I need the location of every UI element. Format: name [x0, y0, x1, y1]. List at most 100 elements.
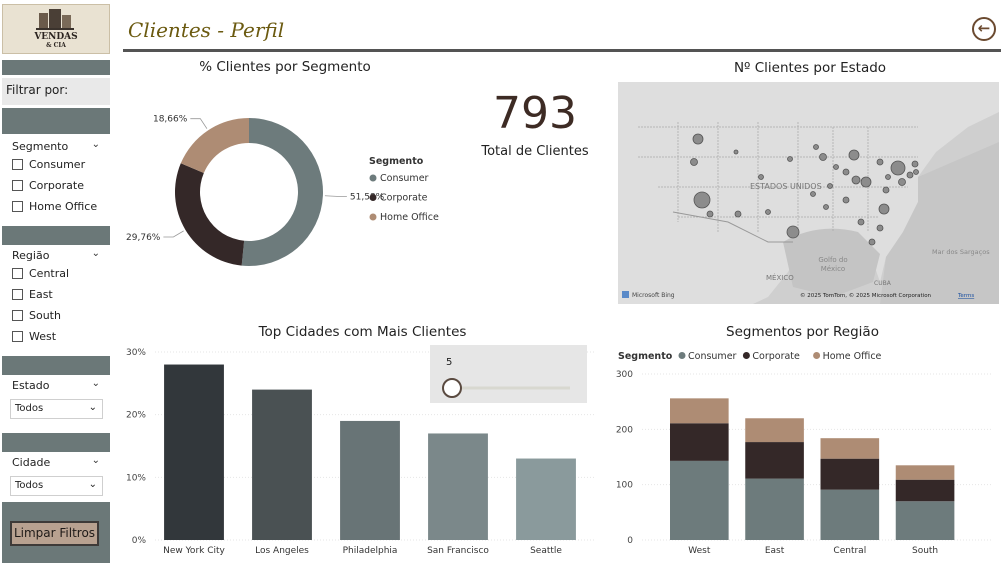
region-option[interactable]: East [12, 287, 53, 303]
y-tick-label: 100 [616, 481, 633, 491]
checkbox-icon[interactable] [12, 201, 23, 212]
slider-value[interactable]: 5 [446, 357, 452, 368]
segment-donut-chart: 51,58%29,76%18,66%SegmentoConsumerCorpor… [126, 115, 439, 266]
map-title: Nº Clientes por Estado [733, 60, 887, 76]
donut-slice[interactable] [180, 118, 249, 173]
region-option[interactable]: South [12, 308, 61, 324]
x-tick-label: Los Angeles [255, 546, 309, 556]
donut-legend-title: Segmento [369, 156, 424, 167]
state-dropdown[interactable]: Todos ⌄ [10, 399, 103, 419]
slider-thumb[interactable] [442, 378, 462, 398]
city-slicer-header[interactable]: Cidade ⌄ [2, 453, 110, 473]
checkbox-icon[interactable] [12, 289, 23, 300]
top-n-slider[interactable] [430, 374, 587, 404]
stack-legend-item[interactable]: Consumer [688, 351, 737, 362]
donut-chart-title: % Clientes por Segmento [199, 59, 371, 75]
segment-option[interactable]: Consumer [12, 157, 85, 173]
donut-data-label: 29,76% [126, 233, 161, 243]
region-bar-segment[interactable] [895, 501, 955, 540]
region-bar-segment[interactable] [895, 479, 955, 502]
region-bar-segment[interactable] [670, 460, 729, 540]
y-tick-label: 0 [627, 536, 633, 546]
segment-slicer-title: Segmento [12, 140, 69, 153]
map-country-label: ESTADOS UNIDOS [750, 182, 822, 191]
chevron-down-icon[interactable]: ⌄ [89, 402, 97, 413]
customers-by-state-map[interactable]: ESTADOS UNIDOS Golfo do México MÉXICO CU… [618, 82, 999, 304]
x-tick-label: San Francisco [427, 546, 489, 556]
checkbox-icon[interactable] [12, 268, 23, 279]
sidebar-divider [2, 433, 110, 452]
chevron-down-icon[interactable]: ⌄ [92, 378, 100, 389]
region-bar-segment[interactable] [670, 423, 729, 461]
city-dropdown[interactable]: Todos ⌄ [10, 476, 103, 496]
stack-legend-item[interactable]: Home Office [823, 351, 882, 362]
y-tick-label: 20% [126, 411, 146, 421]
region-slicer-header[interactable]: Região ⌄ [2, 246, 110, 266]
segments-region-title: Segmentos por Região [726, 324, 879, 340]
clear-filters-button[interactable]: Limpar Filtros [10, 521, 99, 546]
map-gulf-label-1: Golfo do [818, 256, 847, 264]
logo-text-2: & CIA [46, 42, 66, 49]
checkbox-icon[interactable] [12, 180, 23, 191]
chevron-down-icon[interactable]: ⌄ [92, 248, 100, 259]
checkbox-icon[interactable] [12, 331, 23, 342]
chevron-down-icon[interactable]: ⌄ [92, 139, 100, 150]
x-tick-label: New York City [163, 546, 225, 556]
segment-slicer-header[interactable]: Segmento ⌄ [2, 137, 110, 157]
region-bar-segment[interactable] [820, 489, 880, 540]
map-terms-link[interactable]: Terms [957, 293, 974, 299]
x-tick-label: Central [833, 546, 866, 556]
region-option[interactable]: Central [12, 266, 69, 282]
sidebar-divider [2, 356, 110, 375]
y-tick-label: 30% [126, 348, 146, 358]
segment-option[interactable]: Home Office [12, 199, 97, 215]
state-slicer-header[interactable]: Estado ⌄ [2, 376, 110, 396]
state-slicer-title: Estado [12, 379, 50, 392]
checkbox-icon[interactable] [12, 159, 23, 170]
x-tick-label: East [765, 546, 785, 556]
map-gulf-label-2: México [821, 265, 845, 273]
city-bar[interactable] [252, 389, 312, 540]
region-bar-segment[interactable] [745, 418, 804, 443]
region-option[interactable]: West [12, 329, 56, 345]
donut-legend-item[interactable]: Home Office [380, 212, 439, 223]
donut-data-label: 18,66% [153, 115, 188, 125]
donut-leader-line [163, 230, 184, 238]
logo-text-1: VENDAS [33, 32, 77, 42]
city-bar[interactable] [516, 458, 576, 540]
donut-slice[interactable] [241, 118, 323, 266]
legend-marker [813, 352, 821, 359]
total-customers-value: 793 [493, 88, 577, 139]
chevron-down-icon[interactable]: ⌄ [92, 455, 100, 466]
region-bar-segment[interactable] [820, 458, 880, 490]
title-divider [123, 49, 1001, 52]
company-logo: VENDAS & CIA [2, 4, 110, 54]
map-copyright: © 2025 TomTom, © 2025 Microsoft Corporat… [800, 292, 932, 299]
checkbox-icon[interactable] [12, 310, 23, 321]
legend-marker [678, 352, 686, 359]
region-bar-segment[interactable] [670, 398, 729, 424]
donut-legend-item[interactable]: Corporate [380, 193, 428, 204]
map-canvas[interactable]: ESTADOS UNIDOS Golfo do México MÉXICO CU… [618, 82, 999, 304]
y-tick-label: 300 [616, 370, 633, 380]
region-bar-segment[interactable] [820, 438, 880, 459]
city-bar[interactable] [428, 433, 488, 540]
map-sea-label: Mar dos Sargaços [932, 248, 990, 256]
city-bar[interactable] [340, 420, 400, 540]
region-bar-segment[interactable] [745, 442, 804, 479]
map-mexico-label: MÉXICO [766, 273, 794, 282]
segment-option[interactable]: Corporate [12, 178, 84, 194]
top-cities-title: Top Cidades com Mais Clientes [258, 324, 467, 340]
stack-legend-title: Segmento [618, 351, 673, 362]
donut-leader-line [190, 118, 208, 129]
arrow-left-circle-icon[interactable]: ← [972, 17, 996, 41]
donut-legend-item[interactable]: Consumer [380, 173, 429, 184]
donut-slice[interactable] [175, 163, 245, 266]
filter-sidebar: VENDAS & CIA Filtrar por: Segmento ⌄ Con… [0, 0, 112, 565]
stack-legend-item[interactable]: Corporate [752, 351, 800, 362]
chevron-down-icon[interactable]: ⌄ [89, 479, 97, 490]
city-bar[interactable] [164, 364, 224, 540]
region-bar-segment[interactable] [895, 465, 955, 480]
sidebar-divider [2, 60, 110, 75]
region-bar-segment[interactable] [745, 478, 804, 540]
